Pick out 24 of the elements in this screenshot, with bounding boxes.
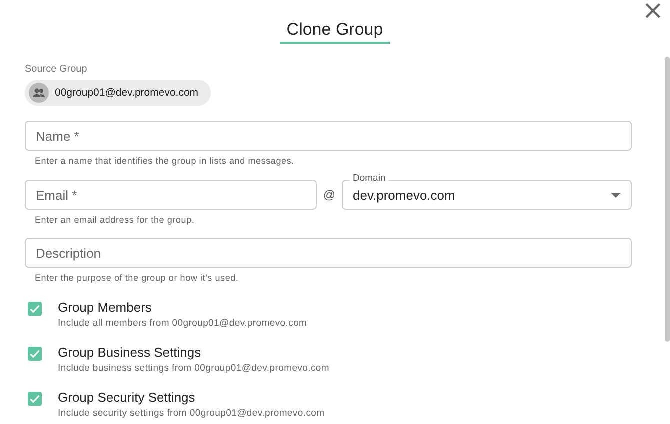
domain-value: dev.promevo.com	[353, 188, 456, 202]
helper-text: Enter the purpose of the group or how it's used.	[34, 272, 240, 283]
scrollbar[interactable]	[665, 57, 670, 342]
option-description: Include security settings from 00group01@dev.promevo.com	[58, 408, 325, 419]
group-icon	[29, 83, 49, 103]
option-label: Group Members	[58, 300, 153, 315]
close-button[interactable]: ×	[640, 0, 666, 24]
checkbox[interactable]	[28, 347, 42, 361]
caret-icon	[611, 192, 621, 198]
at-sign: @	[322, 188, 337, 202]
option-label: Group Business Settings	[58, 345, 202, 360]
text-field[interactable]: Description	[25, 238, 632, 268]
option-description: Include all members from 00group01@dev.promevo.com	[58, 318, 308, 329]
text-field[interactable]: Name *	[25, 121, 632, 151]
option-description: Include business settings from 00group01@dev.promevo.com	[58, 363, 330, 374]
checkbox[interactable]	[28, 302, 42, 316]
option-label: Group Security Settings	[58, 390, 196, 405]
email-field[interactable]: Email *	[25, 180, 317, 210]
checkbox[interactable]	[28, 392, 42, 406]
source-group-label: Source Group	[25, 64, 88, 75]
helper-text: Enter a name that identifies the group in lists and messages.	[34, 155, 296, 166]
dialog-title: Clone Group	[280, 20, 390, 44]
helper-text: Enter an email address for the group.	[34, 214, 196, 225]
chip-text: 00group01@dev.promevo.com	[55, 87, 199, 99]
